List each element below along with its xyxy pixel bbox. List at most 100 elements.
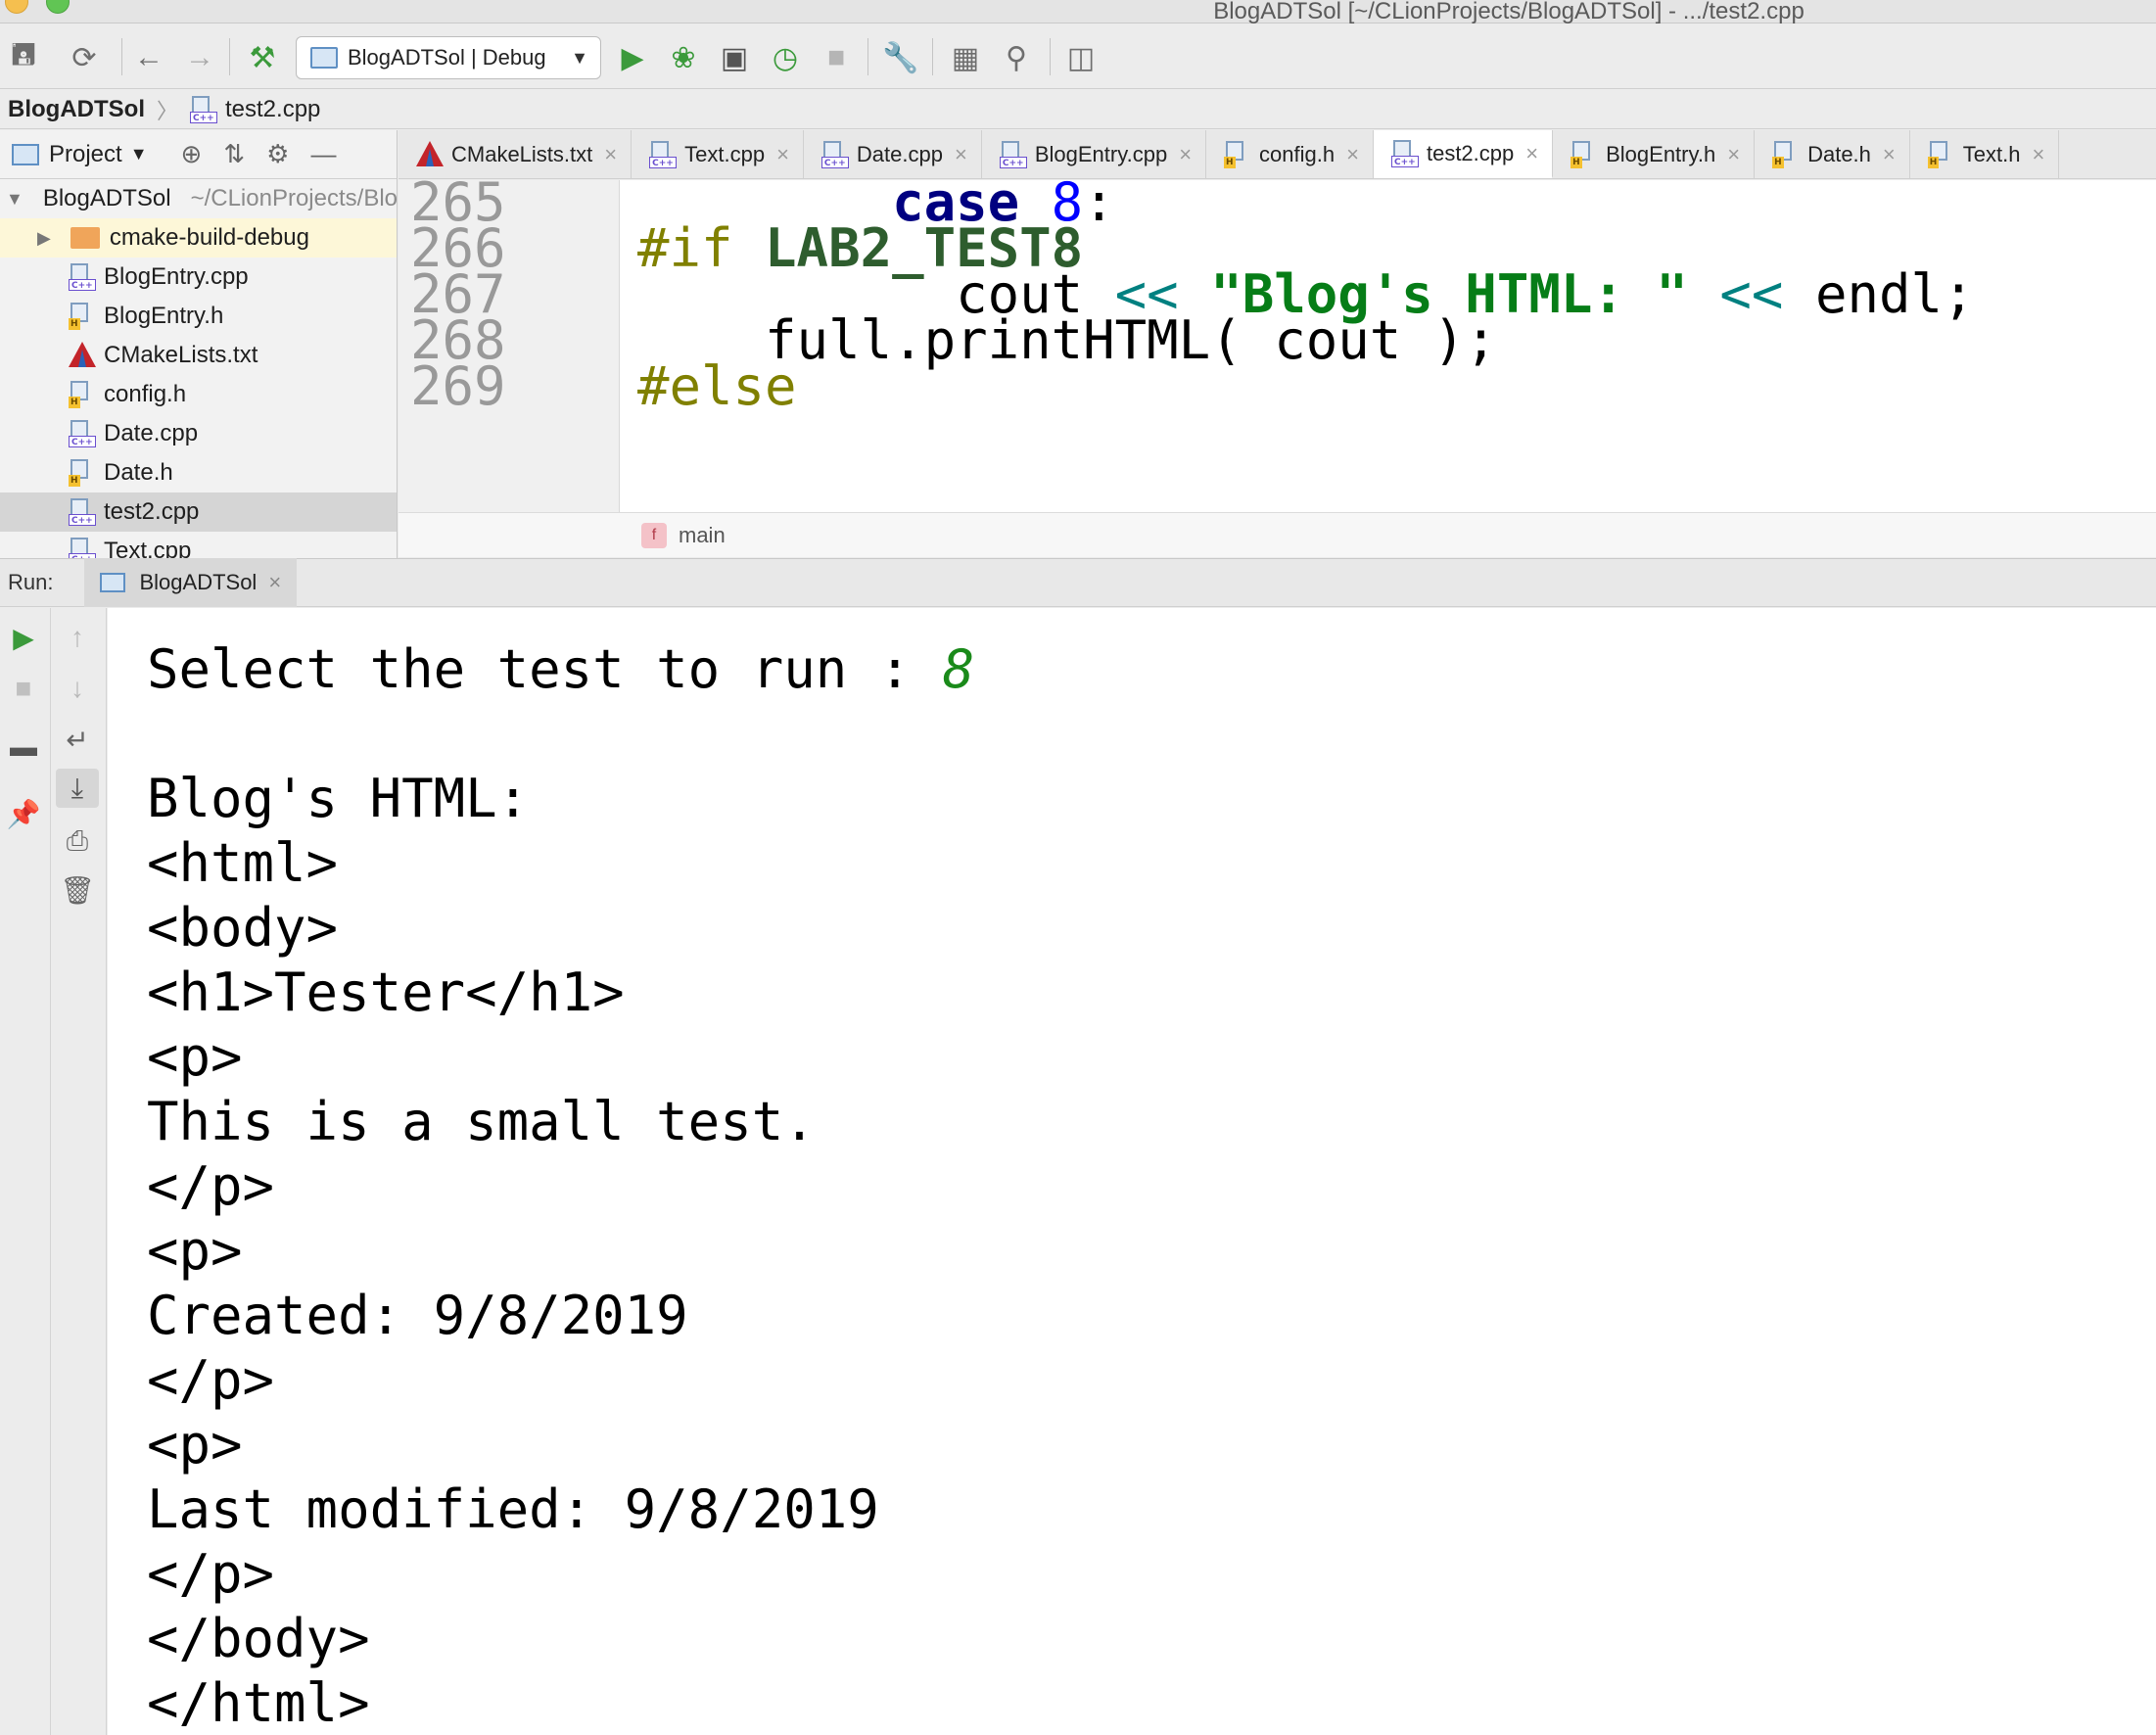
code-token: #else xyxy=(637,355,797,417)
editor-tab[interactable]: CMakeLists.txt × xyxy=(398,130,633,178)
forward-icon[interactable]: → xyxy=(180,38,219,77)
chevron-right-icon: 〉 xyxy=(156,98,178,123)
function-crumb[interactable]: main xyxy=(679,523,726,548)
console-line: <html> xyxy=(147,832,339,894)
editor-breadcrumb: f main xyxy=(398,512,2156,557)
close-icon[interactable]: × xyxy=(2032,142,2044,167)
console-line: </body> xyxy=(147,1608,370,1669)
sync-icon[interactable]: ⟳ xyxy=(65,38,104,77)
header-file-icon: H xyxy=(1224,141,1251,168)
editor-tab[interactable]: Hconfig.h × xyxy=(1206,130,1374,178)
trash-icon[interactable]: 🗑 xyxy=(56,870,99,910)
locate-file-icon[interactable]: ⊕ xyxy=(181,139,203,169)
editor-tab-label: Text.cpp xyxy=(684,142,766,166)
run-configuration-select[interactable]: BlogADTSol | Debug ▼ xyxy=(296,36,601,79)
soft-wrap-icon[interactable]: ↵ xyxy=(56,720,99,759)
console-line: </html> xyxy=(147,1672,370,1734)
close-icon[interactable]: × xyxy=(1346,142,1359,167)
disclosure-expanded-icon[interactable]: ▼ xyxy=(6,189,23,210)
title-bar: BlogADTSol [~/CLionProjects/BlogADTSol] … xyxy=(0,0,2156,24)
arrow-up-icon[interactable]: ↑ xyxy=(56,618,99,657)
close-icon[interactable]: × xyxy=(1525,141,1538,166)
cpp-file-icon: C++ xyxy=(69,420,96,447)
header-file-icon: H xyxy=(69,303,96,330)
folder-icon xyxy=(70,227,100,249)
toolbar-separator xyxy=(121,38,122,75)
editor-tab[interactable]: C++ test2.cpp × xyxy=(1373,130,1554,178)
header-file-icon: H xyxy=(1772,141,1800,168)
tree-item-file[interactable]: C++ Date.cpp xyxy=(0,414,397,453)
tree-item-file[interactable]: H Date.h xyxy=(0,453,397,492)
save-icon[interactable]: 🖪 xyxy=(4,38,43,77)
console-line: </p> xyxy=(147,1543,275,1605)
close-icon[interactable]: × xyxy=(268,570,281,595)
pin-icon[interactable]: 📌 xyxy=(2,794,45,833)
collapse-all-icon[interactable]: ⇅ xyxy=(223,139,245,169)
run-tab[interactable]: BlogADTSol × xyxy=(84,558,298,607)
cpp-file-icon: C++ xyxy=(999,141,1027,168)
editor-tab-label: BlogEntry.cpp xyxy=(1034,142,1168,166)
run-console[interactable]: Select the test to run : 8 Blog's HTML: … xyxy=(108,608,2156,1735)
editor-tab[interactable]: C++ Text.cpp × xyxy=(632,130,804,178)
close-icon[interactable]: × xyxy=(1727,142,1740,167)
rerun-icon[interactable]: ▶ xyxy=(2,618,45,657)
tree-item-file[interactable]: C++ test2.cpp xyxy=(0,492,397,532)
chevron-down-icon[interactable]: ▼ xyxy=(130,144,148,164)
tree-item-label: cmake-build-debug xyxy=(109,224,309,251)
tree-item-cmake-build-debug[interactable]: ▶ cmake-build-debug xyxy=(0,218,397,258)
gear-icon[interactable]: ⚙ xyxy=(266,139,289,169)
tree-item-label: Date.h xyxy=(104,459,173,486)
code-line[interactable]: #else xyxy=(637,354,797,419)
editor-tab[interactable]: H Text.h × xyxy=(1910,130,2060,178)
settings-wrench-icon[interactable]: 🔧 xyxy=(881,38,920,77)
debug-icon[interactable]: ❀ xyxy=(664,38,703,77)
run-coverage-icon[interactable]: ▣ xyxy=(715,38,754,77)
disclosure-collapsed-icon[interactable]: ▶ xyxy=(37,228,51,249)
tree-item-file[interactable]: CMakeLists.txt xyxy=(0,336,397,375)
editor-tab[interactable]: C++ BlogEntry.cpp × xyxy=(982,130,1207,178)
scroll-to-end-icon[interactable]: ⤓ xyxy=(56,769,99,808)
main-toolbar: 🖪 ⟳ ← → ⚒ BlogADTSol | Debug ▼ ▶ ❀ ▣ ◷ ■… xyxy=(0,24,2156,89)
breadcrumb-project[interactable]: BlogADTSol xyxy=(8,96,145,123)
print-icon[interactable]: ⎙ xyxy=(56,821,99,861)
run-icon[interactable]: ▶ xyxy=(613,38,652,77)
stop-icon[interactable]: ■ xyxy=(817,38,856,77)
editor-tab-label: BlogEntry.h xyxy=(1606,142,1716,166)
project-view-select[interactable]: Project xyxy=(49,141,122,168)
hide-panel-icon[interactable]: — xyxy=(310,139,336,169)
close-icon[interactable]: × xyxy=(604,142,617,167)
toolbar-separator xyxy=(229,38,230,75)
code-editor[interactable]: 265 266 267 268 269 case 8: #if LAB2_TEST8 co… xyxy=(398,180,2156,512)
build-icon[interactable]: ⚒ xyxy=(243,38,282,77)
cpp-file-icon: C++ xyxy=(69,538,96,558)
tree-item-file[interactable]: C++ Text.cpp xyxy=(0,532,397,558)
search-icon[interactable]: ⚲ xyxy=(997,38,1036,77)
console-line: <p> xyxy=(147,1026,243,1088)
cmake-file-icon xyxy=(69,342,96,369)
layout-icon[interactable]: ▬ xyxy=(2,727,45,767)
tree-item-file[interactable]: H BlogEntry.h xyxy=(0,297,397,336)
stop-icon[interactable]: ■ xyxy=(2,669,45,708)
chevron-down-icon: ▼ xyxy=(571,47,588,68)
close-icon[interactable]: × xyxy=(1883,142,1896,167)
editor-tab[interactable]: H Date.h × xyxy=(1755,130,1910,178)
close-icon[interactable]: × xyxy=(955,142,967,167)
editor-tab[interactable]: H BlogEntry.h × xyxy=(1553,130,1756,178)
profile-icon[interactable]: ◷ xyxy=(766,38,805,77)
run-configuration-label: BlogADTSol | Debug xyxy=(348,45,546,70)
close-icon[interactable]: × xyxy=(1179,142,1192,167)
tree-item-file[interactable]: C++ BlogEntry.cpp xyxy=(0,258,397,297)
structure-icon[interactable]: ◫ xyxy=(1061,38,1101,77)
breadcrumb-file[interactable]: test2.cpp xyxy=(225,96,320,123)
editor-tab[interactable]: C++ Date.cpp × xyxy=(804,130,982,178)
arrow-down-icon[interactable]: ↓ xyxy=(56,669,99,708)
terminal-icon[interactable]: ▦ xyxy=(946,38,985,77)
run-label: Run: xyxy=(8,570,54,594)
tree-item-file[interactable]: Hconfig.h xyxy=(0,375,397,414)
toolbar-separator xyxy=(932,38,933,75)
close-icon[interactable]: × xyxy=(776,142,789,167)
navigation-breadcrumb: BlogADTSol 〉 C++ test2.cpp xyxy=(0,90,2156,129)
tree-item-project-root[interactable]: ▼ BlogADTSol ~/CLionProjects/BlogADTSol xyxy=(0,179,397,218)
window-title: BlogADTSol [~/CLionProjects/BlogADTSol] … xyxy=(1213,0,1804,24)
back-icon[interactable]: ← xyxy=(129,38,168,77)
